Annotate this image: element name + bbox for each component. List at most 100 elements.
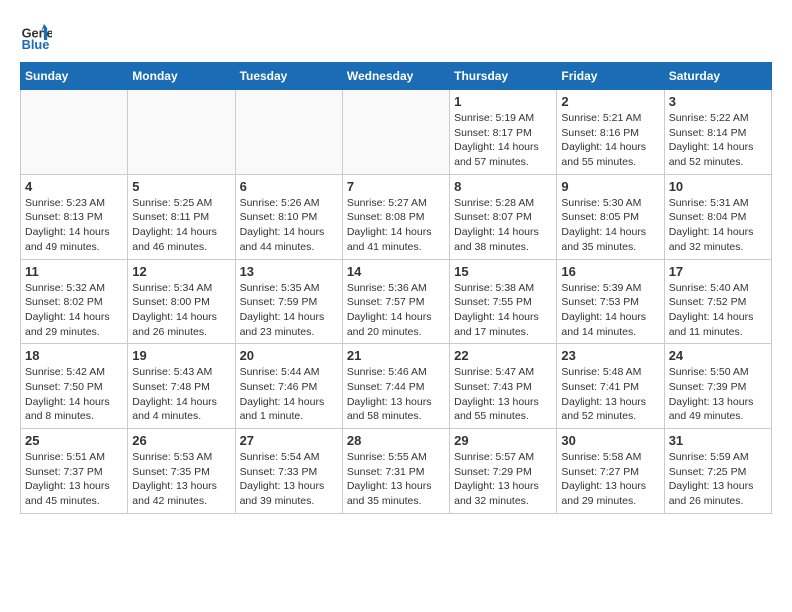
calendar-cell: 10Sunrise: 5:31 AM Sunset: 8:04 PM Dayli…: [664, 174, 771, 259]
day-info: Sunrise: 5:23 AM Sunset: 8:13 PM Dayligh…: [25, 196, 123, 255]
day-info: Sunrise: 5:22 AM Sunset: 8:14 PM Dayligh…: [669, 111, 767, 170]
calendar-cell: [235, 90, 342, 175]
day-number: 18: [25, 348, 123, 363]
calendar-cell: 7 Sunrise: 5:27 AM Sunset: 8:08 PM Daylig…: [342, 174, 449, 259]
day-number: 11: [25, 264, 123, 279]
calendar-cell: [128, 90, 235, 175]
day-number: 7: [347, 179, 445, 194]
day-number: 5: [132, 179, 230, 194]
calendar-cell: 30Sunrise: 5:58 AM Sunset: 7:27 PM Dayli…: [557, 429, 664, 514]
calendar-cell: 6 Sunrise: 5:26 AM Sunset: 8:10 PM Daylig…: [235, 174, 342, 259]
calendar-cell: 23Sunrise: 5:48 AM Sunset: 7:41 PM Dayli…: [557, 344, 664, 429]
calendar-cell: 13 Sunrise: 5:35 AM Sunset: 7:59 PM Dayli…: [235, 259, 342, 344]
calendar-cell: 31 Sunrise: 5:59 AM Sunset: 7:25 PM Dayli…: [664, 429, 771, 514]
day-number: 16: [561, 264, 659, 279]
day-number: 9: [561, 179, 659, 194]
day-info: Sunrise: 5:39 AM Sunset: 7:53 PM Dayligh…: [561, 281, 659, 340]
day-info: Sunrise: 5:44 AM Sunset: 7:46 PM Dayligh…: [240, 365, 338, 424]
day-number: 27: [240, 433, 338, 448]
calendar-cell: 18 Sunrise: 5:42 AM Sunset: 7:50 PM Dayli…: [21, 344, 128, 429]
day-number: 1: [454, 94, 552, 109]
day-info: Sunrise: 5:55 AM Sunset: 7:31 PM Dayligh…: [347, 450, 445, 509]
day-number: 6: [240, 179, 338, 194]
day-info: Sunrise: 5:19 AM Sunset: 8:17 PM Dayligh…: [454, 111, 552, 170]
day-info: Sunrise: 5:53 AM Sunset: 7:35 PM Dayligh…: [132, 450, 230, 509]
day-info: Sunrise: 5:25 AM Sunset: 8:11 PM Dayligh…: [132, 196, 230, 255]
calendar-cell: [342, 90, 449, 175]
day-number: 13: [240, 264, 338, 279]
day-number: 22: [454, 348, 552, 363]
calendar-cell: 28 Sunrise: 5:55 AM Sunset: 7:31 PM Dayli…: [342, 429, 449, 514]
day-info: Sunrise: 5:21 AM Sunset: 8:16 PM Dayligh…: [561, 111, 659, 170]
day-info: Sunrise: 5:59 AM Sunset: 7:25 PM Dayligh…: [669, 450, 767, 509]
calendar-cell: 5 Sunrise: 5:25 AM Sunset: 8:11 PM Daylig…: [128, 174, 235, 259]
day-info: Sunrise: 5:30 AM Sunset: 8:05 PM Dayligh…: [561, 196, 659, 255]
day-info: Sunrise: 5:27 AM Sunset: 8:08 PM Dayligh…: [347, 196, 445, 255]
logo-icon: General Blue: [20, 20, 52, 52]
day-number: 4: [25, 179, 123, 194]
day-number: 17: [669, 264, 767, 279]
calendar-cell: [21, 90, 128, 175]
calendar-cell: 27 Sunrise: 5:54 AM Sunset: 7:33 PM Dayli…: [235, 429, 342, 514]
day-info: Sunrise: 5:43 AM Sunset: 7:48 PM Dayligh…: [132, 365, 230, 424]
calendar-cell: 20 Sunrise: 5:44 AM Sunset: 7:46 PM Dayli…: [235, 344, 342, 429]
day-info: Sunrise: 5:36 AM Sunset: 7:57 PM Dayligh…: [347, 281, 445, 340]
day-number: 26: [132, 433, 230, 448]
day-number: 12: [132, 264, 230, 279]
col-header-tuesday: Tuesday: [235, 63, 342, 90]
day-number: 25: [25, 433, 123, 448]
day-info: Sunrise: 5:47 AM Sunset: 7:43 PM Dayligh…: [454, 365, 552, 424]
calendar-table: SundayMondayTuesdayWednesdayThursdayFrid…: [20, 62, 772, 514]
day-info: Sunrise: 5:42 AM Sunset: 7:50 PM Dayligh…: [25, 365, 123, 424]
day-number: 31: [669, 433, 767, 448]
calendar-week-5: 25 Sunrise: 5:51 AM Sunset: 7:37 PM Dayli…: [21, 429, 772, 514]
day-number: 2: [561, 94, 659, 109]
calendar-cell: 17 Sunrise: 5:40 AM Sunset: 7:52 PM Dayli…: [664, 259, 771, 344]
calendar-cell: 21Sunrise: 5:46 AM Sunset: 7:44 PM Dayli…: [342, 344, 449, 429]
col-header-wednesday: Wednesday: [342, 63, 449, 90]
day-info: Sunrise: 5:48 AM Sunset: 7:41 PM Dayligh…: [561, 365, 659, 424]
day-number: 15: [454, 264, 552, 279]
day-number: 19: [132, 348, 230, 363]
calendar-week-1: 1 Sunrise: 5:19 AM Sunset: 8:17 PM Daylig…: [21, 90, 772, 175]
day-number: 14: [347, 264, 445, 279]
calendar-cell: 14 Sunrise: 5:36 AM Sunset: 7:57 PM Dayli…: [342, 259, 449, 344]
calendar-cell: 26 Sunrise: 5:53 AM Sunset: 7:35 PM Dayli…: [128, 429, 235, 514]
col-header-friday: Friday: [557, 63, 664, 90]
day-info: Sunrise: 5:51 AM Sunset: 7:37 PM Dayligh…: [25, 450, 123, 509]
calendar-cell: 4 Sunrise: 5:23 AM Sunset: 8:13 PM Daylig…: [21, 174, 128, 259]
day-info: Sunrise: 5:26 AM Sunset: 8:10 PM Dayligh…: [240, 196, 338, 255]
day-info: Sunrise: 5:28 AM Sunset: 8:07 PM Dayligh…: [454, 196, 552, 255]
calendar-header-row: SundayMondayTuesdayWednesdayThursdayFrid…: [21, 63, 772, 90]
day-info: Sunrise: 5:34 AM Sunset: 8:00 PM Dayligh…: [132, 281, 230, 340]
calendar-cell: 16 Sunrise: 5:39 AM Sunset: 7:53 PM Dayli…: [557, 259, 664, 344]
calendar-cell: 8 Sunrise: 5:28 AM Sunset: 8:07 PM Daylig…: [450, 174, 557, 259]
calendar-cell: 1 Sunrise: 5:19 AM Sunset: 8:17 PM Daylig…: [450, 90, 557, 175]
day-number: 3: [669, 94, 767, 109]
day-info: Sunrise: 5:57 AM Sunset: 7:29 PM Dayligh…: [454, 450, 552, 509]
calendar-cell: 19 Sunrise: 5:43 AM Sunset: 7:48 PM Dayli…: [128, 344, 235, 429]
page-header: General Blue: [20, 20, 772, 52]
day-number: 24: [669, 348, 767, 363]
calendar-cell: 24Sunrise: 5:50 AM Sunset: 7:39 PM Dayli…: [664, 344, 771, 429]
day-info: Sunrise: 5:32 AM Sunset: 8:02 PM Dayligh…: [25, 281, 123, 340]
calendar-cell: 29Sunrise: 5:57 AM Sunset: 7:29 PM Dayli…: [450, 429, 557, 514]
calendar-cell: 11 Sunrise: 5:32 AM Sunset: 8:02 PM Dayli…: [21, 259, 128, 344]
day-number: 20: [240, 348, 338, 363]
calendar-cell: 25 Sunrise: 5:51 AM Sunset: 7:37 PM Dayli…: [21, 429, 128, 514]
day-number: 8: [454, 179, 552, 194]
day-number: 21: [347, 348, 445, 363]
day-info: Sunrise: 5:35 AM Sunset: 7:59 PM Dayligh…: [240, 281, 338, 340]
col-header-saturday: Saturday: [664, 63, 771, 90]
day-number: 28: [347, 433, 445, 448]
day-info: Sunrise: 5:40 AM Sunset: 7:52 PM Dayligh…: [669, 281, 767, 340]
day-info: Sunrise: 5:58 AM Sunset: 7:27 PM Dayligh…: [561, 450, 659, 509]
day-info: Sunrise: 5:54 AM Sunset: 7:33 PM Dayligh…: [240, 450, 338, 509]
calendar-week-4: 18 Sunrise: 5:42 AM Sunset: 7:50 PM Dayli…: [21, 344, 772, 429]
calendar-cell: 9 Sunrise: 5:30 AM Sunset: 8:05 PM Daylig…: [557, 174, 664, 259]
col-header-thursday: Thursday: [450, 63, 557, 90]
day-info: Sunrise: 5:38 AM Sunset: 7:55 PM Dayligh…: [454, 281, 552, 340]
calendar-cell: 3 Sunrise: 5:22 AM Sunset: 8:14 PM Daylig…: [664, 90, 771, 175]
calendar-week-2: 4 Sunrise: 5:23 AM Sunset: 8:13 PM Daylig…: [21, 174, 772, 259]
logo: General Blue: [20, 20, 52, 52]
